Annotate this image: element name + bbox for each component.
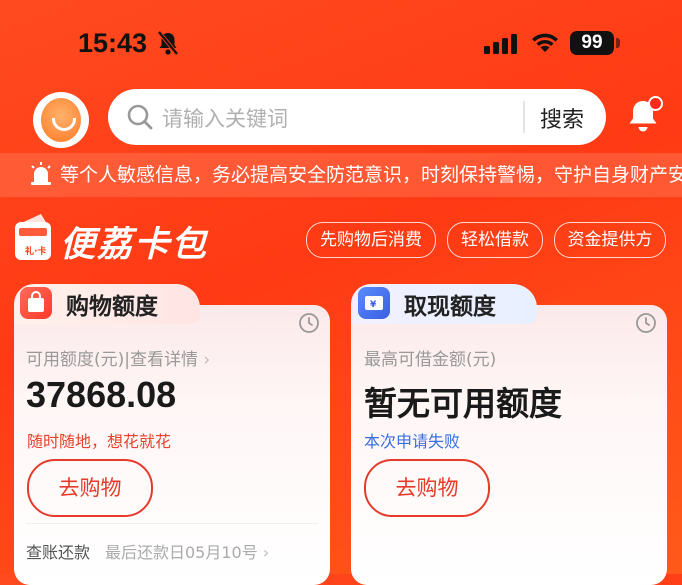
shopping-hint: 随时随地，想花就花 bbox=[27, 432, 172, 451]
notice-text: 等个人敏感信息，务必提高安全防范意识，时刻保持警惕，守护自身财产安全 bbox=[60, 164, 682, 186]
check-repay-link[interactable]: 查账还款 bbox=[26, 539, 90, 563]
clock-icon[interactable] bbox=[635, 312, 657, 338]
tag-easy-loan[interactable]: 轻松借款 bbox=[447, 222, 543, 258]
battery-indicator: 99 bbox=[570, 31, 614, 55]
cash-go-shopping-button[interactable]: 去购物 bbox=[364, 459, 490, 517]
available-credit-amount: 37868.08 bbox=[26, 374, 177, 415]
card-divider bbox=[26, 523, 318, 524]
available-credit-label[interactable]: 可用额度(元)|查看详情 › bbox=[26, 345, 210, 370]
tag-fund-provider[interactable]: 资金提供方 bbox=[554, 222, 666, 258]
chevron-right-icon: › bbox=[262, 543, 270, 562]
search-input[interactable]: 请输入关键词 bbox=[162, 103, 288, 133]
battery-cap bbox=[616, 38, 620, 48]
svg-text:礼·卡: 礼·卡 bbox=[25, 245, 46, 257]
status-bar: 15:43 99 bbox=[0, 0, 682, 90]
avatar[interactable] bbox=[33, 92, 89, 148]
search-button[interactable]: 搜索 bbox=[540, 102, 584, 134]
cash-credit-status: 暂无可用额度 bbox=[364, 384, 562, 423]
cash-card-icon: ¥ bbox=[358, 287, 390, 319]
wifi-icon bbox=[530, 30, 560, 58]
search-bar[interactable]: 请输入关键词 搜索 bbox=[108, 89, 606, 145]
search-divider bbox=[523, 101, 525, 133]
clock-icon[interactable] bbox=[298, 312, 320, 338]
cash-card-title: 取现额度 bbox=[404, 294, 496, 320]
alarm-icon bbox=[30, 162, 52, 190]
wallet-logo-icon: 礼·卡 bbox=[13, 212, 55, 266]
go-shopping-button[interactable]: 去购物 bbox=[27, 459, 153, 517]
repay-due-date[interactable]: 最后还款日05月10号 › bbox=[105, 539, 269, 563]
svg-text:¥: ¥ bbox=[370, 300, 377, 310]
notification-badge bbox=[648, 96, 663, 111]
available-credit-label-text: 可用额度(元)|查看详情 bbox=[26, 350, 198, 370]
application-failed-text: 本次申请失败 bbox=[364, 432, 461, 451]
repay-due-date-text: 最后还款日05月10号 bbox=[105, 543, 258, 562]
tag-buy-now-pay-later[interactable]: 先购物后消费 bbox=[306, 222, 436, 258]
notice-bar[interactable]: 等个人敏感信息，务必提高安全防范意识，时刻保持警惕，守护自身财产安全 bbox=[0, 153, 682, 197]
brand-name: 便荔卡包 bbox=[60, 225, 209, 265]
signal-icon bbox=[484, 34, 520, 58]
max-borrow-label: 最高可借金额(元) bbox=[364, 350, 497, 370]
chevron-right-icon: › bbox=[203, 350, 211, 370]
shopping-bag-icon bbox=[20, 287, 52, 319]
search-icon bbox=[126, 103, 154, 135]
mute-bell-icon bbox=[156, 30, 180, 60]
status-time: 15:43 bbox=[78, 28, 148, 58]
shopping-card-title: 购物额度 bbox=[66, 294, 158, 320]
